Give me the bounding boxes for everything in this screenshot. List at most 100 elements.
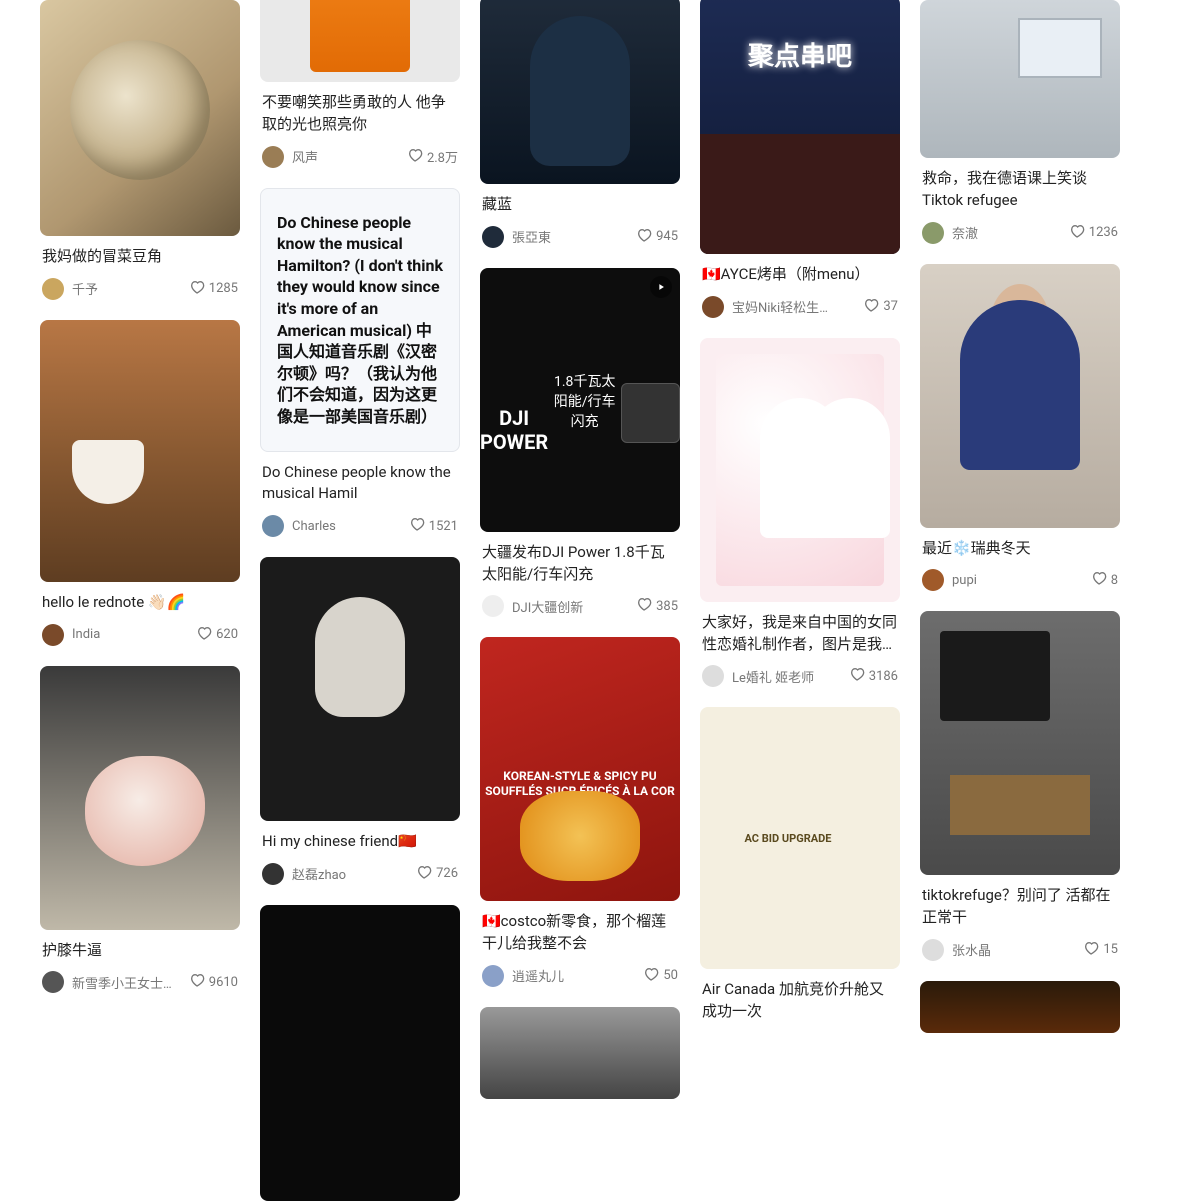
card-title: tiktokrefuge？别问了 活都在正常干	[922, 885, 1118, 929]
card-meta-row: DJI大疆创新 385	[482, 595, 678, 617]
card-author[interactable]: pupi	[922, 569, 977, 591]
avatar	[922, 222, 944, 244]
card-thumbnail[interactable]: KOREAN-STYLE & SPICY PU SOUFFLÉS SUCR ÉP…	[480, 637, 680, 901]
like-count: 15	[1103, 942, 1118, 957]
feed-card[interactable]: Do Chinese people know the musical Hamil…	[260, 188, 460, 538]
card-thumbnail[interactable]	[40, 666, 240, 930]
feed-column: 聚点串吧🇨🇦AYCE烤串（附menu）宝妈Niki轻松生活37大家好，我是来自中…	[700, 0, 900, 1201]
author-name: 张水晶	[952, 940, 991, 959]
card-thumbnail[interactable]	[260, 0, 460, 82]
thumbnail-overlay-subtitle: 1.8千瓦太阳能/行车闪充	[548, 371, 621, 431]
card-author[interactable]: 宝妈Niki轻松生活	[702, 296, 832, 318]
card-title: 大疆发布DJI Power 1.8千瓦太阳能/行车闪充	[482, 542, 678, 586]
card-author[interactable]: 赵磊zhao	[262, 863, 346, 885]
avatar	[262, 146, 284, 168]
building-shape	[700, 134, 900, 254]
card-author[interactable]: 新雪季小王女士不…	[42, 971, 172, 993]
card-author[interactable]: 逍遥丸儿	[482, 965, 564, 987]
feed-card[interactable]: AC BID UPGRADEAir Canada 加航竞价升舱又成功一次	[700, 707, 900, 1023]
feed-card[interactable]: hello le rednote 👋🏻🌈India620	[40, 320, 240, 646]
card-author[interactable]: 千予	[42, 278, 98, 300]
author-name: India	[72, 627, 100, 642]
like-count: 37	[883, 299, 898, 314]
card-meta-row: 新雪季小王女士不… 9610	[42, 971, 238, 993]
card-thumbnail[interactable]	[700, 338, 900, 602]
store-sign-text: 聚点串吧	[700, 36, 900, 73]
author-name: Charles	[292, 519, 336, 534]
feed-card[interactable]: 藏蓝張亞東945	[480, 0, 680, 248]
avatar	[922, 569, 944, 591]
heart-icon	[416, 864, 432, 884]
card-author[interactable]: India	[42, 624, 100, 646]
like-button[interactable]: 1521	[409, 516, 458, 536]
feed-card[interactable]: DJI POWER1.8千瓦太阳能/行车闪充大疆发布DJI Power 1.8千…	[480, 268, 680, 618]
card-thumbnail[interactable]: 聚点串吧	[700, 0, 900, 254]
like-button[interactable]: 1236	[1069, 223, 1118, 243]
card-title: 我妈做的冒菜豆角	[42, 246, 238, 268]
feed-card[interactable]: 护膝牛逼新雪季小王女士不…9610	[40, 666, 240, 994]
avatar	[42, 278, 64, 300]
feed-card[interactable]: KOREAN-STYLE & SPICY PU SOUFFLÉS SUCR ÉP…	[480, 637, 680, 987]
card-author[interactable]: Charles	[262, 515, 336, 537]
card-thumbnail[interactable]	[920, 0, 1120, 158]
card-thumbnail[interactable]: AC BID UPGRADE	[700, 707, 900, 969]
card-author[interactable]: 张水晶	[922, 939, 991, 961]
like-button[interactable]: 9610	[189, 972, 238, 992]
card-meta-row: 逍遥丸儿 50	[482, 965, 678, 987]
feed-masonry: 我妈做的冒菜豆角千予1285hello le rednote 👋🏻🌈India6…	[0, 0, 1200, 1201]
like-button[interactable]: 726	[416, 864, 458, 884]
like-button[interactable]: 3186	[849, 666, 898, 686]
heart-icon	[409, 516, 425, 536]
like-button[interactable]: 15	[1083, 940, 1118, 960]
card-thumbnail[interactable]	[480, 0, 680, 184]
feed-card[interactable]: 不要嘲笑那些勇敢的人 他争取的光也照亮你风声2.8万	[260, 0, 460, 168]
card-meta-row: 张水晶 15	[922, 939, 1118, 961]
like-count: 1285	[209, 281, 238, 296]
like-button[interactable]: 8	[1091, 570, 1118, 590]
like-button[interactable]: 945	[636, 227, 678, 247]
avatar	[702, 665, 724, 687]
like-button[interactable]: 50	[643, 966, 678, 986]
feed-card[interactable]: tiktokrefuge？别问了 活都在正常干张水晶 15	[920, 611, 1120, 961]
avatar	[42, 624, 64, 646]
thumbnail-overlay-title: DJI POWER	[480, 406, 548, 454]
feed-card[interactable]: 聚点串吧🇨🇦AYCE烤串（附menu）宝妈Niki轻松生活37	[700, 0, 900, 318]
card-author[interactable]: 張亞東	[482, 226, 551, 248]
card-thumbnail[interactable]	[920, 264, 1120, 528]
card-thumbnail[interactable]: Do Chinese people know the musical Hamil…	[260, 188, 460, 452]
like-button[interactable]: 37	[863, 297, 898, 317]
like-count: 385	[656, 599, 678, 614]
like-button[interactable]: 620	[196, 625, 238, 645]
card-thumbnail[interactable]	[920, 611, 1120, 875]
card-author[interactable]: Le婚礼 姬老师	[702, 665, 814, 687]
heart-icon	[849, 666, 865, 686]
feed-card[interactable]	[920, 981, 1120, 1033]
feed-card[interactable]: 我妈做的冒菜豆角千予 1285	[40, 0, 240, 300]
card-thumbnail[interactable]	[480, 1007, 680, 1099]
card-thumbnail[interactable]	[40, 320, 240, 582]
card-thumbnail[interactable]	[260, 905, 460, 1201]
card-thumbnail[interactable]	[260, 557, 460, 821]
card-meta-row: 风声 2.8万	[262, 146, 458, 168]
like-count: 9610	[209, 975, 238, 990]
heart-icon	[1091, 570, 1107, 590]
like-button[interactable]: 385	[636, 596, 678, 616]
feed-card[interactable]: 救命，我在德语课上笑谈Tiktok refugee奈澈1236	[920, 0, 1120, 244]
feed-card[interactable]: 最近❄️瑞典冬天pupi8	[920, 264, 1120, 592]
like-button[interactable]: 1285	[189, 279, 238, 299]
card-author[interactable]: 奈澈	[922, 222, 978, 244]
product-box	[621, 383, 680, 443]
heart-icon	[189, 972, 205, 992]
like-button[interactable]: 2.8万	[407, 147, 458, 167]
feed-card[interactable]: Hi my chinese friend🇨🇳赵磊zhao726	[260, 557, 460, 885]
card-thumbnail[interactable]	[40, 0, 240, 236]
feed-card[interactable]	[480, 1007, 680, 1099]
feed-card[interactable]	[260, 905, 460, 1201]
avatar	[42, 971, 64, 993]
card-author[interactable]: 风声	[262, 146, 318, 168]
card-thumbnail[interactable]	[920, 981, 1120, 1033]
card-thumbnail[interactable]: DJI POWER1.8千瓦太阳能/行车闪充	[480, 268, 680, 532]
feed-card[interactable]: 大家好，我是来自中国的女同性恋婚礼制作者，图片是我…Le婚礼 姬老师3186	[700, 338, 900, 688]
card-author[interactable]: DJI大疆创新	[482, 595, 583, 617]
heart-icon	[643, 966, 659, 986]
